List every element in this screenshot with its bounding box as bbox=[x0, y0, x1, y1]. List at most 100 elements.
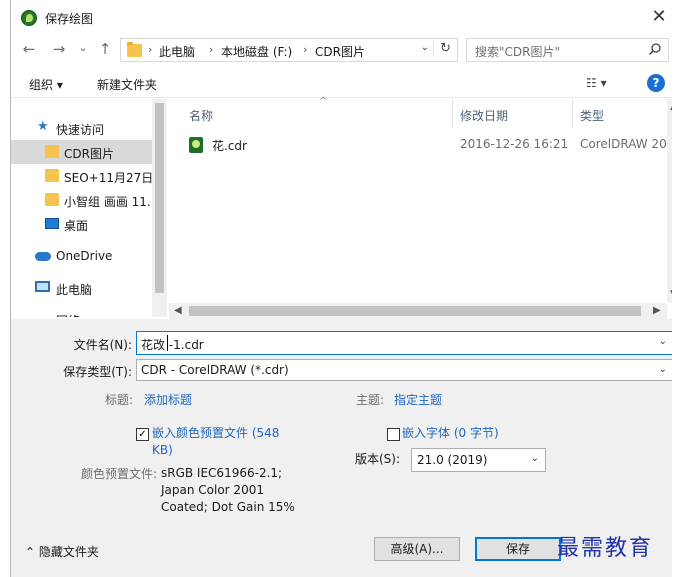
sidebar-item-label: SEO+11月27日 bbox=[64, 171, 154, 185]
version-label: 版本(S): bbox=[355, 452, 401, 466]
folder-icon bbox=[127, 42, 142, 57]
sidebar-item-xiaozhi-folder[interactable]: 小智组 画画 11. bbox=[11, 188, 152, 212]
advanced-button[interactable]: 高级(A)... bbox=[374, 537, 460, 561]
sidebar-item-this-pc[interactable]: 此电脑 bbox=[11, 276, 152, 300]
sidebar-scroll-thumb[interactable] bbox=[155, 103, 164, 293]
version-value: 21.0 (2019) bbox=[417, 453, 488, 467]
column-header-type[interactable]: 类型 bbox=[580, 107, 604, 124]
computer-icon bbox=[35, 281, 50, 292]
recent-locations-icon[interactable]: ⌄ bbox=[73, 41, 93, 54]
filename-field[interactable]: 花改 -1.cdr ⌄ bbox=[136, 331, 674, 355]
title-bar: 保存绘图 ✕ bbox=[11, 0, 681, 34]
sidebar-scrollbar[interactable] bbox=[152, 99, 167, 317]
up-arrow-icon[interactable]: ↑ bbox=[95, 40, 115, 58]
embed-fonts-label[interactable]: 嵌入字体 (0 字节) bbox=[402, 425, 499, 442]
version-select[interactable]: 21.0 (2019) ⌄ bbox=[411, 448, 546, 472]
organize-button[interactable]: 组织 ▾ bbox=[29, 76, 63, 93]
embed-fonts-checkbox[interactable] bbox=[387, 428, 400, 441]
folder-icon bbox=[45, 193, 59, 206]
dialog-title: 保存绘图 bbox=[45, 12, 94, 26]
color-profile-line: Japan Color 2001 bbox=[161, 483, 264, 497]
breadcrumb-chevron-icon: › bbox=[303, 43, 308, 56]
file-date: 2016-12-26 16:21 bbox=[460, 137, 569, 151]
column-divider[interactable] bbox=[452, 99, 453, 127]
sidebar-item-seo-folder[interactable]: SEO+11月27日 bbox=[11, 164, 154, 188]
breadcrumb-chevron-icon: › bbox=[209, 43, 214, 56]
new-folder-button[interactable]: 新建文件夹 bbox=[97, 76, 157, 93]
color-profile-value: sRGB IEC61966-2.1; Japan Color 2001 Coat… bbox=[161, 465, 295, 516]
hide-folders-label: 隐藏文件夹 bbox=[38, 545, 99, 559]
sidebar-item-label: 桌面 bbox=[64, 219, 89, 233]
sidebar-item-label: 快速访问 bbox=[56, 123, 105, 137]
sidebar-item-label: 网络 bbox=[56, 312, 80, 317]
file-name: 花.cdr bbox=[212, 139, 247, 153]
desktop-icon bbox=[45, 218, 59, 229]
sidebar-item-label: OneDrive bbox=[56, 249, 113, 263]
embed-color-profile-checkbox[interactable]: ✓ bbox=[136, 428, 149, 441]
folder-icon bbox=[45, 145, 59, 158]
folder-icon bbox=[45, 169, 59, 182]
sort-ascending-icon: ^ bbox=[319, 96, 328, 107]
color-profile-line: sRGB IEC61966-2.1; bbox=[161, 466, 283, 480]
horizontal-scroll-thumb[interactable] bbox=[189, 306, 641, 316]
save-dialog: 保存绘图 ✕ ← → ⌄ ↑ › 此电脑 › 本地磁盘 (F:) › CDR图片… bbox=[10, 0, 682, 577]
address-bar[interactable]: › 此电脑 › 本地磁盘 (F:) › CDR图片 ⌄ ↻ bbox=[120, 38, 458, 62]
file-list: ^ 名称 修改日期 类型 花.cdr 2016-12-26 16:21 Core… bbox=[169, 96, 682, 317]
filename-input[interactable]: 花改 -1.cdr bbox=[141, 336, 204, 353]
back-arrow-icon[interactable]: ← bbox=[19, 40, 39, 58]
forward-arrow-icon[interactable]: → bbox=[49, 40, 69, 58]
sidebar-item-network[interactable]: 网络 bbox=[11, 307, 152, 317]
address-dropdown-icon[interactable]: ⌄ bbox=[421, 42, 429, 53]
hide-folders-toggle[interactable]: ⌃ 隐藏文件夹 bbox=[25, 543, 99, 560]
search-icon bbox=[648, 43, 661, 56]
watermark: 最需教育 bbox=[557, 536, 654, 561]
search-input[interactable]: 搜索"CDR图片" bbox=[475, 43, 560, 60]
save-button[interactable]: 保存 bbox=[475, 537, 561, 561]
sidebar-item-onedrive[interactable]: OneDrive bbox=[11, 244, 152, 268]
star-icon: ★ bbox=[37, 119, 49, 134]
sidebar-item-desktop[interactable]: 桌面 bbox=[11, 212, 152, 236]
column-header-date[interactable]: 修改日期 bbox=[460, 107, 508, 124]
help-icon[interactable]: ? bbox=[647, 74, 665, 92]
scroll-left-icon[interactable]: ◀ bbox=[174, 305, 182, 316]
sidebar-item-quick-access[interactable]: ★ 快速访问 bbox=[11, 116, 152, 140]
subject-label: 主题: bbox=[356, 393, 385, 407]
navigation-pane: ★ 快速访问 CDR图片 SEO+11月27日 小智组 画画 11. 桌面 On… bbox=[11, 99, 167, 317]
chevron-up-icon: ⌃ bbox=[25, 545, 36, 559]
coreldraw-icon bbox=[21, 10, 37, 26]
color-profile-line: Coated; Dot Gain 15% bbox=[161, 500, 295, 514]
specify-subject-link[interactable]: 指定主题 bbox=[394, 391, 442, 408]
navigation-bar: ← → ⌄ ↑ › 此电脑 › 本地磁盘 (F:) › CDR图片 ⌄ ↻ 搜索… bbox=[11, 34, 681, 66]
filename-label: 文件名(N): bbox=[73, 338, 132, 352]
filetype-select[interactable]: CDR - CorelDRAW (*.cdr) ⌄ bbox=[136, 359, 674, 381]
chevron-down-icon[interactable]: ⌄ bbox=[659, 364, 667, 375]
embed-color-profile-label[interactable]: 嵌入颜色预置文件 (548 KB) bbox=[152, 425, 279, 459]
view-options-icon[interactable]: ☷ ▾ bbox=[586, 76, 607, 90]
command-bar: 组织 ▾ 新建文件夹 ☷ ▾ ? bbox=[11, 68, 681, 98]
refresh-icon[interactable]: ↻ bbox=[433, 41, 451, 56]
close-icon[interactable]: ✕ bbox=[649, 6, 669, 27]
sidebar-item-label: 此电脑 bbox=[56, 283, 93, 297]
cloud-icon bbox=[35, 252, 51, 261]
text-caret bbox=[167, 335, 168, 351]
search-box[interactable]: 搜索"CDR图片" bbox=[466, 38, 669, 62]
chevron-down-icon[interactable]: ⌄ bbox=[531, 453, 539, 464]
cdr-file-icon bbox=[189, 137, 203, 153]
column-divider[interactable] bbox=[572, 99, 573, 127]
breadcrumb-cdr-folder[interactable]: CDR图片 bbox=[315, 43, 365, 60]
sidebar-item-cdr-folder[interactable]: CDR图片 bbox=[11, 140, 152, 164]
filetype-value: CDR - CorelDRAW (*.cdr) bbox=[141, 363, 289, 377]
sidebar-item-label: CDR图片 bbox=[64, 147, 114, 161]
title-label: 标题: bbox=[105, 393, 134, 407]
window-edge bbox=[672, 0, 682, 577]
scroll-right-icon[interactable]: ▶ bbox=[653, 305, 661, 316]
breadcrumb-chevron-icon: › bbox=[148, 43, 153, 56]
breadcrumb-drive-f[interactable]: 本地磁盘 (F:) bbox=[221, 43, 292, 60]
breadcrumb-this-pc[interactable]: 此电脑 bbox=[159, 43, 195, 60]
file-row[interactable]: 花.cdr 2016-12-26 16:21 CorelDRAW 201... bbox=[189, 135, 682, 157]
column-header-name[interactable]: 名称 bbox=[189, 107, 213, 124]
color-profile-label: 颜色预置文件: bbox=[81, 467, 158, 481]
chevron-down-icon[interactable]: ⌄ bbox=[659, 336, 667, 347]
add-title-link[interactable]: 添加标题 bbox=[144, 391, 192, 408]
file-list-horizontal-scrollbar[interactable]: ◀ ▶ bbox=[169, 303, 667, 319]
